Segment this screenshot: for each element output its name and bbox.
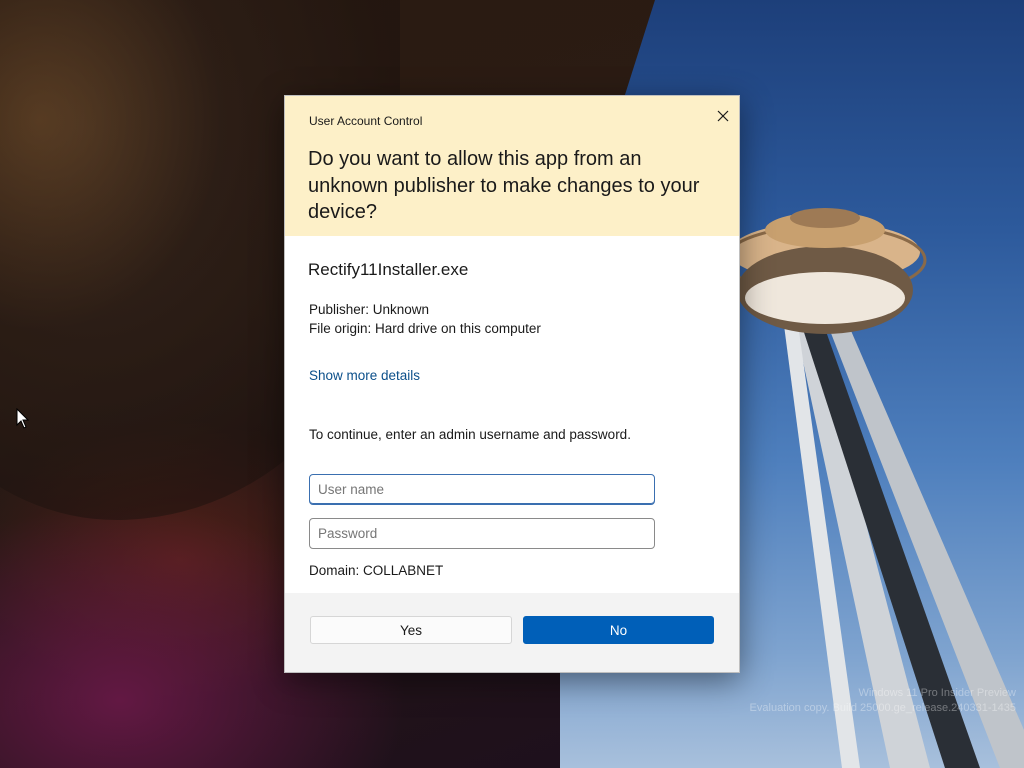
close-button[interactable] xyxy=(713,106,733,126)
close-icon xyxy=(717,110,729,122)
watermark-line-1: Windows 11 Pro Insider Preview xyxy=(858,687,1016,699)
uac-question: Do you want to allow this app from an un… xyxy=(308,148,700,223)
credentials-instruction: To continue, enter an admin username and… xyxy=(309,427,631,442)
no-button[interactable]: No xyxy=(523,616,714,644)
file-origin-text: File origin: Hard drive on this computer xyxy=(309,321,541,336)
yes-button[interactable]: Yes xyxy=(310,616,512,644)
uac-header: User Account Control Do you want to allo… xyxy=(285,96,739,236)
app-name: Rectify11Installer.exe xyxy=(308,260,469,279)
username-input[interactable] xyxy=(309,474,655,505)
evaluation-watermark: Windows 11 Pro Insider Preview Evaluatio… xyxy=(750,686,1016,716)
publisher-text: Publisher: Unknown xyxy=(309,302,430,317)
show-more-details-link[interactable]: Show more details xyxy=(309,368,420,383)
uac-dialog: User Account Control Do you want to allo… xyxy=(284,95,740,673)
dialog-caption: User Account Control xyxy=(309,114,423,128)
dialog-footer: Yes No xyxy=(285,593,739,672)
domain-text: Domain: COLLABNET xyxy=(309,563,444,578)
watermark-line-2: Evaluation copy. Build 25000.ge_release.… xyxy=(749,702,1016,714)
password-input[interactable] xyxy=(309,518,655,549)
mouse-pointer-icon xyxy=(16,408,30,429)
